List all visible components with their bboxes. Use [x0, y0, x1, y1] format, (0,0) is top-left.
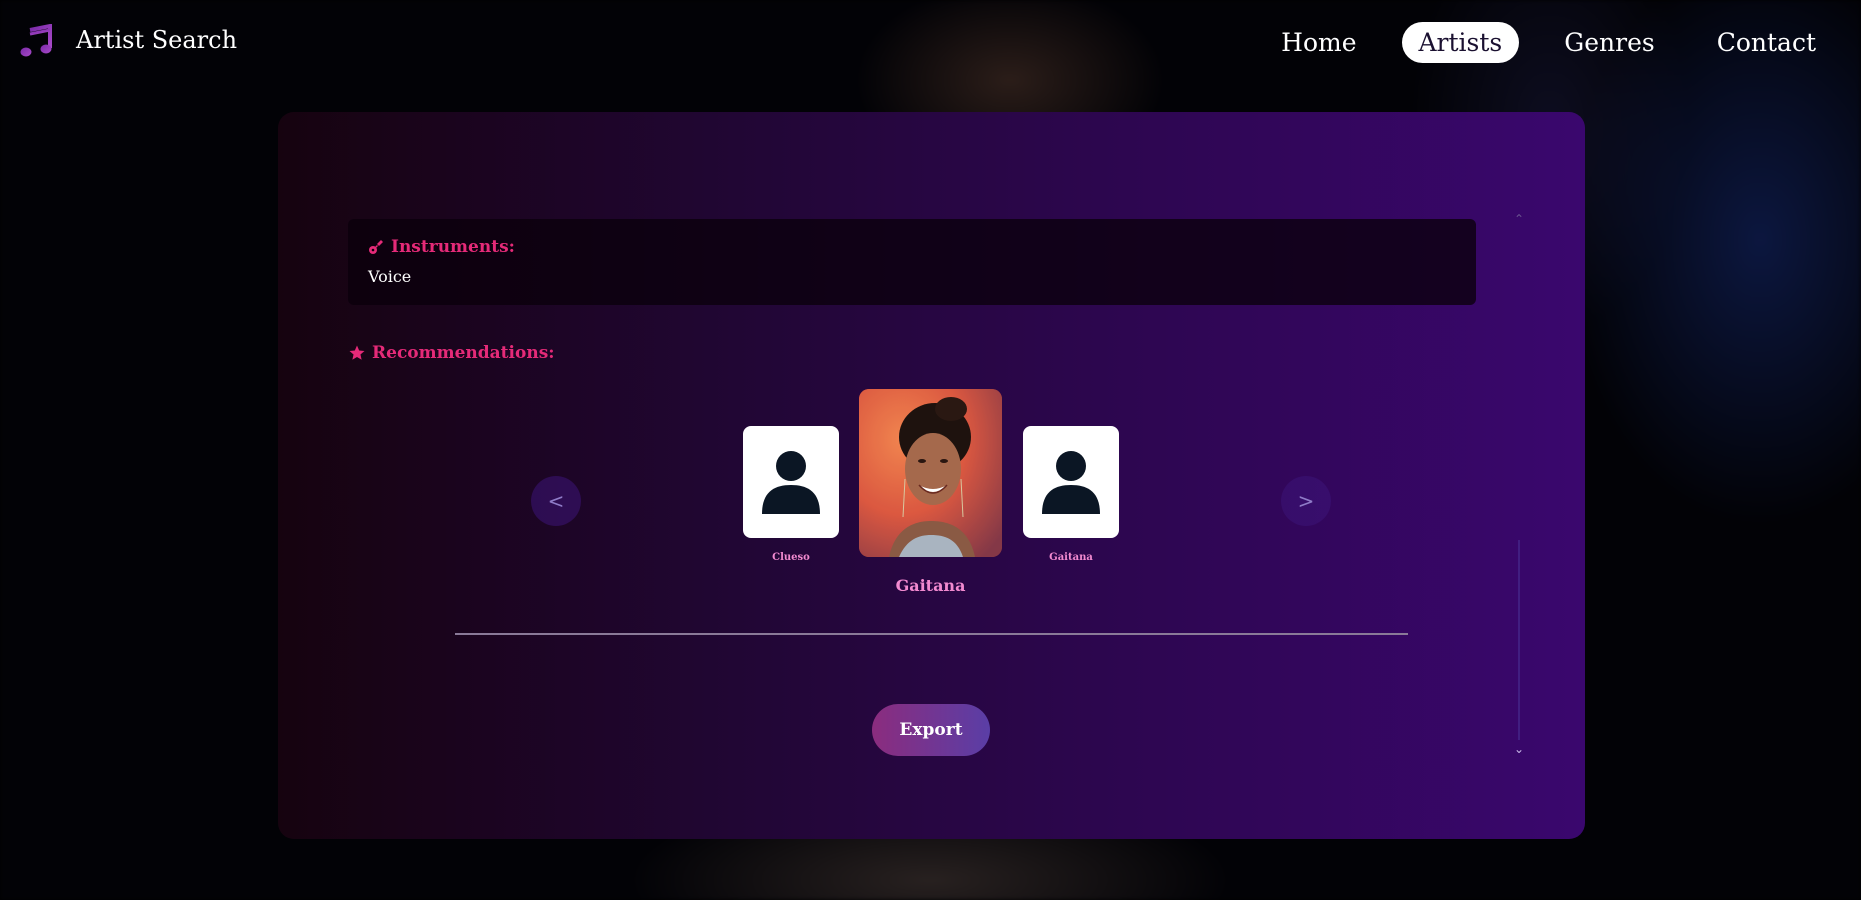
main-nav: Home Artists Genres Contact — [1264, 22, 1833, 63]
scrollbar-track[interactable] — [1518, 540, 1520, 740]
nav-artists[interactable]: Artists — [1401, 22, 1520, 63]
export-button[interactable]: Export — [872, 704, 990, 756]
recommendation-name: Clueso — [772, 552, 810, 563]
app-title[interactable]: Artist Search — [76, 26, 237, 54]
recommendation-card[interactable] — [1023, 426, 1119, 538]
artist-portrait-image — [859, 389, 1002, 557]
recommendation-name: Gaitana — [1049, 552, 1093, 563]
guitar-icon — [369, 240, 383, 254]
selected-artist-name: Gaitana — [895, 576, 966, 595]
music-note-icon — [20, 24, 52, 57]
scroll-up-arrow-icon[interactable]: ⌃ — [1514, 212, 1524, 226]
star-icon — [349, 345, 365, 360]
scroll-down-arrow-icon[interactable]: ⌄ — [1514, 742, 1524, 756]
recommendation-card[interactable] — [743, 426, 839, 538]
nav-genres[interactable]: Genres — [1547, 22, 1671, 63]
user-placeholder-icon — [1042, 451, 1100, 514]
recommendations-heading: Recommendations: — [348, 343, 555, 363]
carousel-next-button[interactable]: > — [1281, 476, 1331, 526]
instruments-title: Instruments: — [391, 237, 515, 257]
nav-home[interactable]: Home — [1264, 22, 1373, 63]
artist-photo[interactable] — [859, 389, 1002, 557]
instruments-heading: Instruments: — [368, 237, 515, 257]
header: Artist Search Home Artists Genres Contac… — [0, 0, 1861, 88]
instruments-section: Instruments: Voice — [348, 219, 1476, 305]
user-placeholder-icon — [762, 451, 820, 514]
divider — [455, 633, 1408, 635]
artist-details-card: ⌃ Instruments: Voice Recommendations: < … — [278, 112, 1585, 839]
carousel-prev-button[interactable]: < — [531, 476, 581, 526]
nav-contact[interactable]: Contact — [1700, 22, 1833, 63]
instruments-value: Voice — [368, 267, 412, 286]
recommendations-title: Recommendations: — [372, 343, 555, 363]
